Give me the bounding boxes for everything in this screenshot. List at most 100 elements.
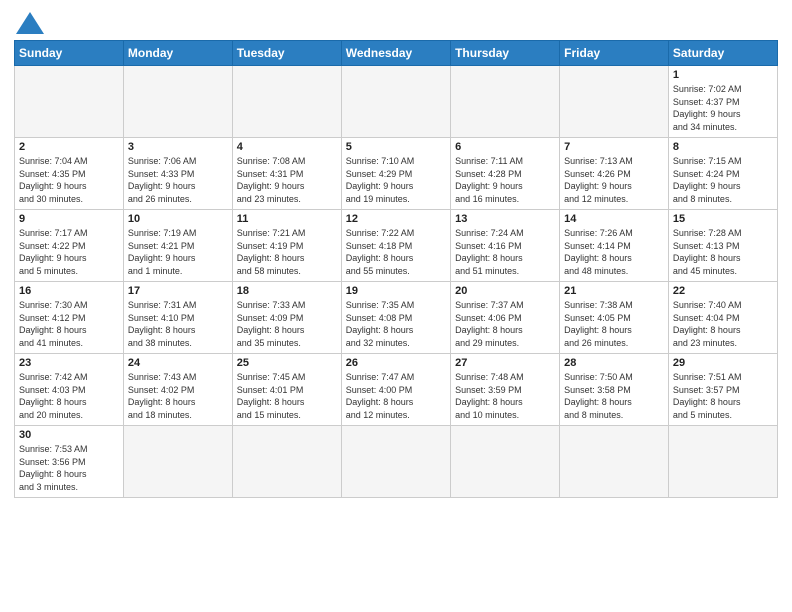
day-info: Sunrise: 7:24 AMSunset: 4:16 PMDaylight:… [455,227,555,277]
calendar-cell: 11Sunrise: 7:21 AMSunset: 4:19 PMDayligh… [232,210,341,282]
day-info: Sunrise: 7:26 AMSunset: 4:14 PMDaylight:… [564,227,664,277]
calendar-cell: 3 Sunrise: 7:06 AMSunset: 4:33 PMDaylight… [123,138,232,210]
day-number: 21 [564,285,664,297]
calendar-cell: 14 Sunrise: 7:26 AMSunset: 4:14 PMDayligh… [560,210,669,282]
calendar-week-row: 16 Sunrise: 7:30 AMSunset: 4:12 PMDayligh… [15,282,778,354]
day-number: 13 [455,213,555,225]
day-number: 1 [673,69,773,81]
day-info: Sunrise: 7:19 AMSunset: 4:21 PMDaylight:… [128,227,228,277]
calendar-cell [341,426,450,498]
day-info: Sunrise: 7:53 AMSunset: 3:56 PMDaylight:… [19,443,119,493]
day-info: Sunrise: 7:43 AMSunset: 4:02 PMDaylight:… [128,371,228,421]
day-number: 19 [346,285,446,297]
day-info: Sunrise: 7:11 AMSunset: 4:28 PMDaylight:… [455,155,555,205]
day-info: Sunrise: 7:42 AMSunset: 4:03 PMDaylight:… [19,371,119,421]
day-number: 8 [673,141,773,153]
day-number: 27 [455,357,555,369]
day-number: 22 [673,285,773,297]
calendar-cell: 28 Sunrise: 7:50 AMSunset: 3:58 PMDayligh… [560,354,669,426]
calendar-cell: 17 Sunrise: 7:31 AMSunset: 4:10 PMDayligh… [123,282,232,354]
calendar-cell [232,66,341,138]
day-info: Sunrise: 7:06 AMSunset: 4:33 PMDaylight:… [128,155,228,205]
calendar-cell: 23Sunrise: 7:42 AMSunset: 4:03 PMDayligh… [15,354,124,426]
day-info: Sunrise: 7:21 AMSunset: 4:19 PMDaylight:… [237,227,337,277]
calendar-week-row: 23Sunrise: 7:42 AMSunset: 4:03 PMDayligh… [15,354,778,426]
day-info: Sunrise: 7:35 AMSunset: 4:08 PMDaylight:… [346,299,446,349]
weekday-header-friday: Friday [560,41,669,66]
calendar-cell [232,426,341,498]
weekday-header-thursday: Thursday [451,41,560,66]
day-info: Sunrise: 7:47 AMSunset: 4:00 PMDaylight:… [346,371,446,421]
day-info: Sunrise: 7:30 AMSunset: 4:12 PMDaylight:… [19,299,119,349]
day-info: Sunrise: 7:48 AMSunset: 3:59 PMDaylight:… [455,371,555,421]
weekday-header-monday: Monday [123,41,232,66]
day-info: Sunrise: 7:04 AMSunset: 4:35 PMDaylight:… [19,155,119,205]
calendar-cell: 24Sunrise: 7:43 AMSunset: 4:02 PMDayligh… [123,354,232,426]
calendar-cell: 7 Sunrise: 7:13 AMSunset: 4:26 PMDaylight… [560,138,669,210]
calendar-cell: 2 Sunrise: 7:04 AMSunset: 4:35 PMDaylight… [15,138,124,210]
day-info: Sunrise: 7:51 AMSunset: 3:57 PMDaylight:… [673,371,773,421]
day-number: 14 [564,213,664,225]
calendar-cell: 27 Sunrise: 7:48 AMSunset: 3:59 PMDayligh… [451,354,560,426]
day-number: 18 [237,285,337,297]
calendar-cell [560,426,669,498]
day-info: Sunrise: 7:31 AMSunset: 4:10 PMDaylight:… [128,299,228,349]
day-number: 10 [128,213,228,225]
calendar-week-row: 9 Sunrise: 7:17 AMSunset: 4:22 PMDaylight… [15,210,778,282]
calendar-cell: 8 Sunrise: 7:15 AMSunset: 4:24 PMDaylight… [668,138,777,210]
day-info: Sunrise: 7:45 AMSunset: 4:01 PMDaylight:… [237,371,337,421]
day-number: 6 [455,141,555,153]
day-info: Sunrise: 7:50 AMSunset: 3:58 PMDaylight:… [564,371,664,421]
calendar-cell [451,426,560,498]
day-info: Sunrise: 7:22 AMSunset: 4:18 PMDaylight:… [346,227,446,277]
day-info: Sunrise: 7:38 AMSunset: 4:05 PMDaylight:… [564,299,664,349]
calendar-cell [451,66,560,138]
calendar-cell [123,426,232,498]
day-number: 9 [19,213,119,225]
day-number: 12 [346,213,446,225]
calendar-cell: 5 Sunrise: 7:10 AMSunset: 4:29 PMDaylight… [341,138,450,210]
calendar-header-row: SundayMondayTuesdayWednesdayThursdayFrid… [15,41,778,66]
calendar-cell: 19 Sunrise: 7:35 AMSunset: 4:08 PMDayligh… [341,282,450,354]
day-info: Sunrise: 7:10 AMSunset: 4:29 PMDaylight:… [346,155,446,205]
calendar-cell: 29 Sunrise: 7:51 AMSunset: 3:57 PMDayligh… [668,354,777,426]
day-info: Sunrise: 7:40 AMSunset: 4:04 PMDaylight:… [673,299,773,349]
day-number: 7 [564,141,664,153]
calendar-week-row: 2 Sunrise: 7:04 AMSunset: 4:35 PMDaylight… [15,138,778,210]
weekday-header-tuesday: Tuesday [232,41,341,66]
day-info: Sunrise: 7:02 AMSunset: 4:37 PMDaylight:… [673,83,773,133]
calendar-cell [341,66,450,138]
weekday-header-wednesday: Wednesday [341,41,450,66]
day-number: 28 [564,357,664,369]
calendar-cell: 15Sunrise: 7:28 AMSunset: 4:13 PMDayligh… [668,210,777,282]
calendar-cell: 25Sunrise: 7:45 AMSunset: 4:01 PMDayligh… [232,354,341,426]
calendar-cell: 6 Sunrise: 7:11 AMSunset: 4:28 PMDaylight… [451,138,560,210]
day-number: 17 [128,285,228,297]
day-number: 4 [237,141,337,153]
day-number: 16 [19,285,119,297]
calendar-cell [15,66,124,138]
day-number: 29 [673,357,773,369]
calendar-cell [668,426,777,498]
calendar-cell: 22 Sunrise: 7:40 AMSunset: 4:04 PMDayligh… [668,282,777,354]
logo [14,12,44,34]
day-number: 5 [346,141,446,153]
calendar-week-row: 30 Sunrise: 7:53 AMSunset: 3:56 PMDayligh… [15,426,778,498]
day-info: Sunrise: 7:15 AMSunset: 4:24 PMDaylight:… [673,155,773,205]
day-number: 2 [19,141,119,153]
day-info: Sunrise: 7:17 AMSunset: 4:22 PMDaylight:… [19,227,119,277]
logo-icon [16,12,44,34]
weekday-header-saturday: Saturday [668,41,777,66]
calendar-cell: 26 Sunrise: 7:47 AMSunset: 4:00 PMDayligh… [341,354,450,426]
day-number: 3 [128,141,228,153]
day-info: Sunrise: 7:08 AMSunset: 4:31 PMDaylight:… [237,155,337,205]
page-header [14,12,778,34]
day-info: Sunrise: 7:28 AMSunset: 4:13 PMDaylight:… [673,227,773,277]
calendar-cell: 30 Sunrise: 7:53 AMSunset: 3:56 PMDayligh… [15,426,124,498]
weekday-header-sunday: Sunday [15,41,124,66]
day-info: Sunrise: 7:33 AMSunset: 4:09 PMDaylight:… [237,299,337,349]
day-number: 30 [19,429,119,441]
day-number: 26 [346,357,446,369]
day-info: Sunrise: 7:13 AMSunset: 4:26 PMDaylight:… [564,155,664,205]
calendar-cell: 10 Sunrise: 7:19 AMSunset: 4:21 PMDayligh… [123,210,232,282]
